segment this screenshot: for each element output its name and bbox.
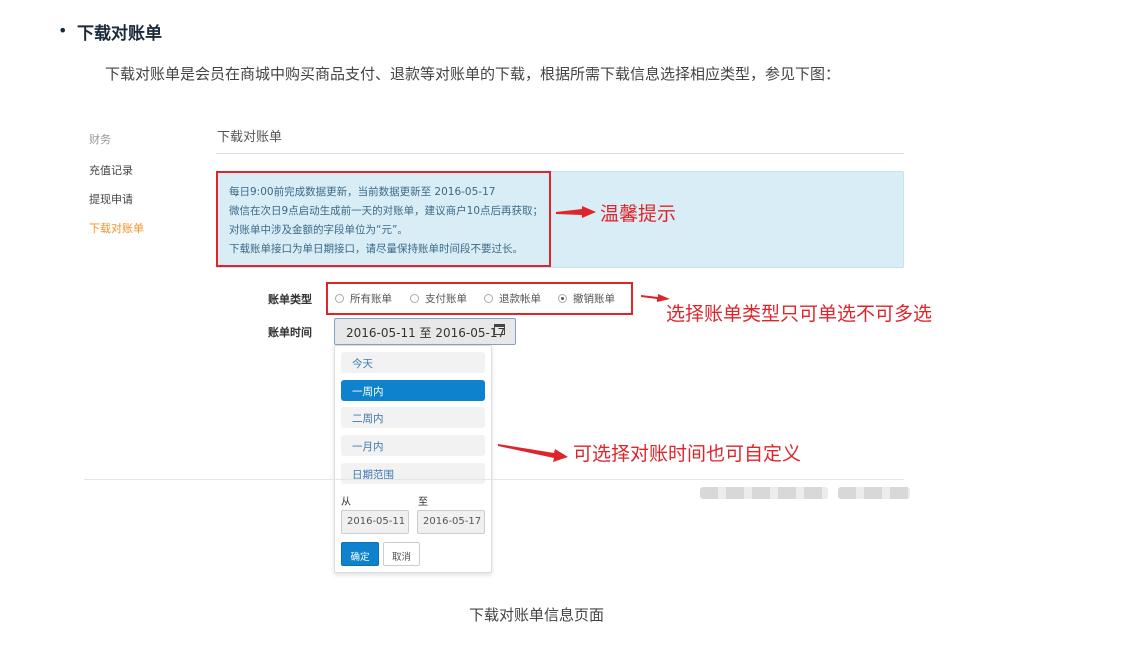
range-today[interactable]: 今天 bbox=[341, 352, 485, 373]
range-two-weeks[interactable]: 二周内 bbox=[341, 407, 485, 428]
range-one-week[interactable]: 一周内 bbox=[341, 380, 485, 401]
bill-time-label: 账单时间 bbox=[268, 326, 312, 339]
bill-type-highlight-box bbox=[326, 282, 633, 315]
figure-caption: 下载对账单信息页面 bbox=[469, 606, 605, 624]
blurred-text bbox=[838, 487, 910, 499]
footer-divider bbox=[84, 479, 904, 480]
to-date-input[interactable]: 2016-05-17 bbox=[417, 510, 485, 534]
annotation-arrows bbox=[498, 206, 670, 462]
annotation-notice: 温馨提示 bbox=[600, 203, 677, 225]
to-label: 至 bbox=[418, 497, 428, 508]
from-date-input[interactable]: 2016-05-11 bbox=[341, 510, 409, 534]
blurred-text bbox=[700, 487, 828, 499]
calendar-icon[interactable] bbox=[494, 324, 505, 335]
arrow-notice bbox=[556, 206, 596, 218]
cancel-button[interactable]: 取消 bbox=[383, 542, 420, 566]
arrow-time bbox=[498, 444, 568, 462]
confirm-button[interactable]: 确定 bbox=[341, 542, 379, 566]
from-label: 从 bbox=[341, 497, 351, 508]
date-range-input[interactable]: 2016-05-11 至 2016-05-17 bbox=[334, 318, 516, 345]
range-custom[interactable]: 日期范围 bbox=[341, 463, 485, 484]
annotation-type: 选择账单类型只可单选不可多选 bbox=[666, 303, 933, 325]
bill-type-label: 账单类型 bbox=[268, 293, 312, 306]
range-one-month[interactable]: 一月内 bbox=[341, 435, 485, 456]
annotation-time: 可选择对账时间也可自定义 bbox=[573, 443, 802, 465]
